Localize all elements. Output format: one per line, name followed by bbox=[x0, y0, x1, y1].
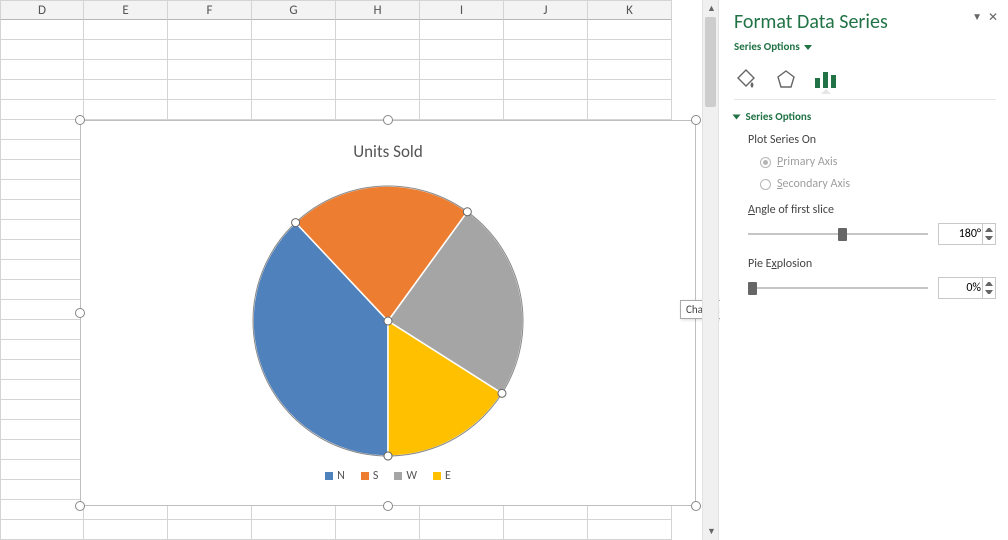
angle-slider[interactable] bbox=[748, 225, 928, 243]
legend-label: E bbox=[445, 469, 451, 483]
close-icon[interactable]: ✕ bbox=[988, 10, 998, 25]
legend-swatch bbox=[325, 472, 333, 480]
slice-handle[interactable] bbox=[384, 452, 392, 460]
column-header-K[interactable]: K bbox=[588, 0, 672, 20]
legend-swatch bbox=[394, 472, 402, 480]
secondary-axis-radio: Secondary Axis bbox=[734, 177, 996, 191]
angle-input[interactable]: 180° bbox=[938, 223, 996, 245]
legend-item-W[interactable]: W bbox=[394, 469, 417, 483]
pie-chart[interactable] bbox=[248, 181, 528, 461]
effects-tab[interactable] bbox=[774, 67, 798, 91]
primary-axis-radio: Primary Axis bbox=[734, 155, 996, 169]
scroll-down-button[interactable]: ▼ bbox=[703, 523, 720, 540]
resize-handle-se[interactable] bbox=[691, 501, 701, 511]
group-label: Series Options bbox=[746, 110, 812, 123]
column-header-I[interactable]: I bbox=[420, 0, 504, 20]
column-header-F[interactable]: F bbox=[168, 0, 252, 20]
format-data-series-pane: ▼ ✕ Format Data Series Series Options Se… bbox=[720, 0, 1008, 540]
pane-title: Format Data Series bbox=[734, 10, 996, 34]
legend-item-N[interactable]: N bbox=[325, 469, 345, 483]
chart-plot-area[interactable]: Units Sold N S W E bbox=[80, 120, 696, 506]
active-tab-indicator bbox=[821, 89, 831, 94]
spreadsheet-grid: DEFGHIJK Units Sold NSWE bbox=[0, 0, 700, 540]
legend-item-E[interactable]: E bbox=[433, 469, 451, 483]
secondary-axis-label: Secondary Axis bbox=[777, 177, 850, 191]
angle-value: 180° bbox=[959, 227, 981, 241]
slice-handle[interactable] bbox=[463, 208, 471, 216]
legend-label: W bbox=[406, 469, 417, 483]
resize-handle-s[interactable] bbox=[383, 501, 393, 511]
explosion-value: 0% bbox=[966, 281, 981, 295]
chart-title[interactable]: Units Sold bbox=[81, 141, 695, 162]
resize-handle-sw[interactable] bbox=[75, 501, 85, 511]
legend-label: N bbox=[337, 469, 345, 483]
column-header-D[interactable]: D bbox=[0, 0, 84, 20]
column-header-J[interactable]: J bbox=[504, 0, 588, 20]
legend-label: S bbox=[373, 469, 379, 483]
pane-subtitle-dropdown[interactable]: Series Options bbox=[734, 40, 996, 53]
primary-axis-label: Primary Axis bbox=[777, 155, 837, 169]
fill-and-line-tab[interactable] bbox=[734, 67, 758, 91]
column-header-G[interactable]: G bbox=[252, 0, 336, 20]
chart-object[interactable]: Units Sold N S W E bbox=[68, 108, 708, 518]
plot-series-on-label: Plot Series On bbox=[734, 133, 996, 147]
radio-icon bbox=[760, 179, 771, 190]
pane-subtitle-label: Series Options bbox=[734, 40, 800, 53]
angle-label: Angle of first slice bbox=[734, 203, 996, 217]
radio-icon bbox=[760, 157, 771, 168]
collapse-triangle-icon bbox=[733, 115, 741, 120]
resize-handle-ne[interactable] bbox=[691, 115, 701, 125]
legend-swatch bbox=[433, 472, 441, 480]
legend-item-S[interactable]: S bbox=[361, 469, 379, 483]
vertical-scrollbar[interactable]: ▲ ▼ bbox=[702, 0, 719, 540]
resize-handle-nw[interactable] bbox=[75, 115, 85, 125]
column-header-H[interactable]: H bbox=[336, 0, 420, 20]
format-tabs bbox=[734, 67, 996, 100]
series-options-tab[interactable] bbox=[814, 67, 838, 91]
slice-handle[interactable] bbox=[292, 219, 300, 227]
column-header-E[interactable]: E bbox=[84, 0, 168, 20]
slice-handle[interactable] bbox=[498, 389, 506, 397]
series-options-group[interactable]: Series Options bbox=[734, 110, 996, 123]
column-headers: DEFGHIJK bbox=[0, 0, 700, 20]
explosion-slider[interactable] bbox=[748, 279, 928, 297]
explosion-input[interactable]: 0% bbox=[938, 277, 996, 299]
resize-handle-w[interactable] bbox=[75, 308, 85, 318]
chart-legend[interactable]: NSWE bbox=[81, 469, 695, 483]
scroll-thumb[interactable] bbox=[705, 17, 716, 107]
legend-swatch bbox=[361, 472, 369, 480]
resize-handle-n[interactable] bbox=[383, 115, 393, 125]
pane-options-icon[interactable]: ▼ bbox=[972, 10, 982, 23]
explosion-label: Pie Explosion bbox=[734, 257, 996, 271]
slice-handle[interactable] bbox=[384, 317, 392, 325]
chevron-down-icon bbox=[804, 45, 812, 50]
scroll-up-button[interactable]: ▲ bbox=[703, 0, 720, 17]
